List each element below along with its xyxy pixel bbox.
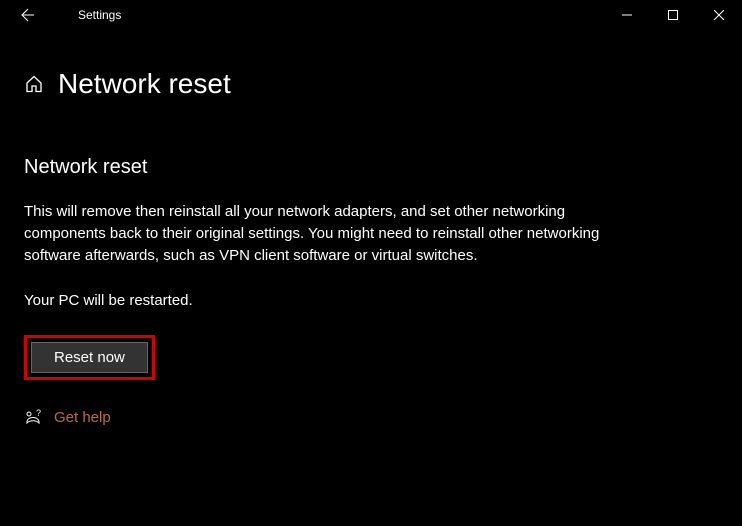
page-title: Network reset [58, 68, 231, 100]
description-text: This will remove then reinstall all your… [24, 201, 624, 266]
window-controls [604, 0, 742, 30]
help-link-label: Get help [54, 409, 111, 426]
section-title: Network reset [24, 156, 718, 179]
app-title: Settings [48, 8, 121, 22]
page-header: Network reset [24, 68, 718, 100]
svg-text:?: ? [36, 408, 41, 418]
home-icon[interactable] [24, 74, 44, 94]
content-area: Network reset Network reset This will re… [0, 30, 742, 426]
back-button[interactable] [8, 0, 48, 30]
titlebar-left: Settings [0, 0, 121, 30]
reset-now-button[interactable]: Reset now [31, 342, 148, 373]
maximize-icon [668, 10, 678, 20]
arrow-left-icon [20, 7, 36, 23]
reset-button-highlight: Reset now [24, 335, 155, 380]
maximize-button[interactable] [650, 0, 696, 30]
minimize-button[interactable] [604, 0, 650, 30]
restart-note: Your PC will be restarted. [24, 292, 718, 309]
close-button[interactable] [696, 0, 742, 30]
help-icon: ? [24, 408, 42, 426]
titlebar: Settings [0, 0, 742, 30]
minimize-icon [622, 10, 632, 20]
get-help-link[interactable]: ? Get help [24, 408, 718, 426]
close-icon [714, 10, 724, 20]
